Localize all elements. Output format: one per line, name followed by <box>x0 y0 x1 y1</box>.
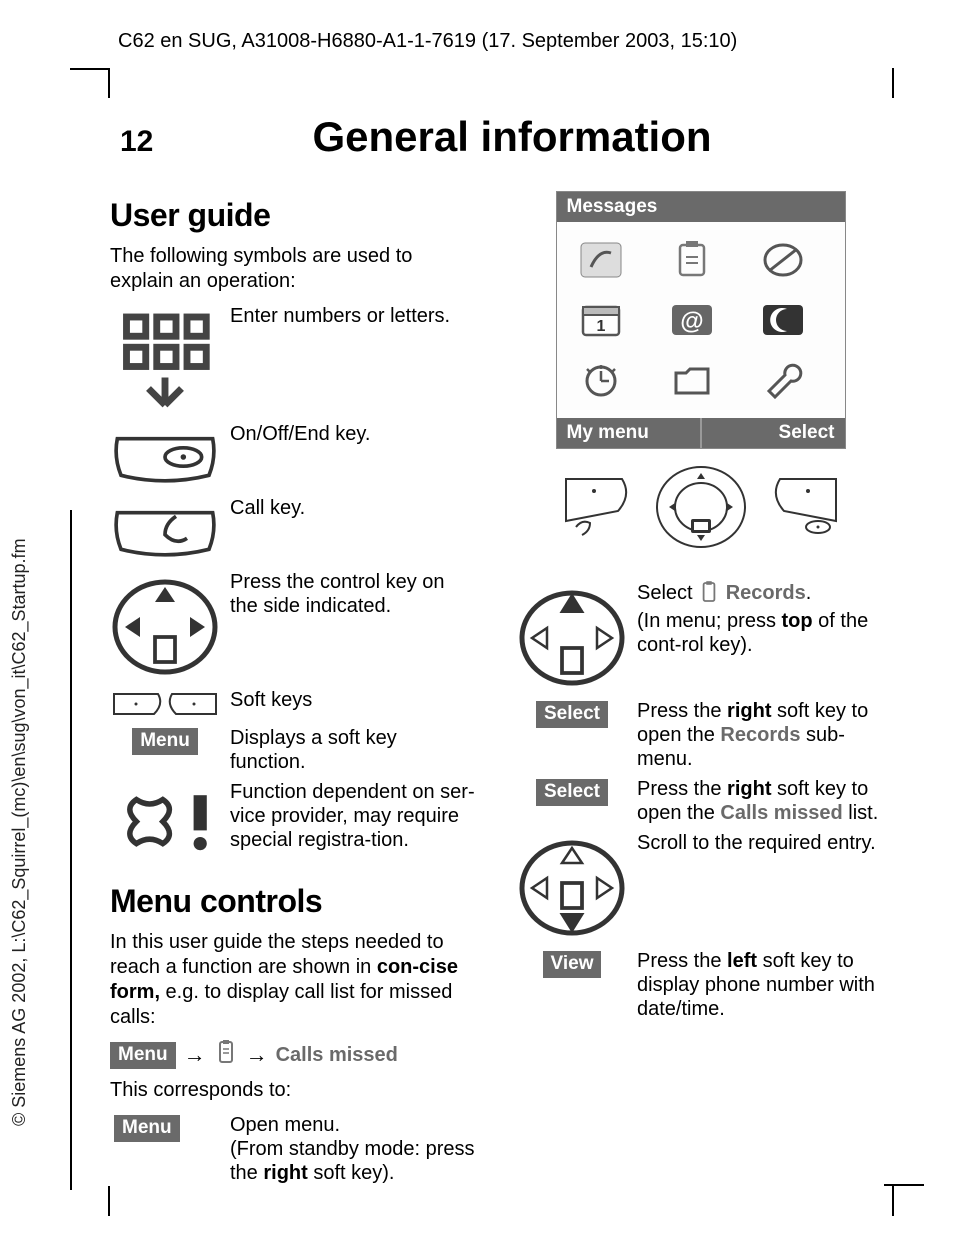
left-key-icon <box>562 475 632 539</box>
page-number: 12 <box>120 125 180 159</box>
crop-mark <box>108 1186 110 1216</box>
def-control: Press the control key on the side indica… <box>230 570 477 618</box>
def-call: Call key. <box>230 496 477 520</box>
crop-mark <box>892 68 894 98</box>
svg-text:@: @ <box>680 308 703 335</box>
copyright-sideline: © Siemens AG 2002, L:\C62_Squirrel_(mc)\… <box>9 538 30 1126</box>
def-softkeys: Soft keys <box>230 688 477 712</box>
crop-mark <box>884 1184 924 1186</box>
calendar-1-icon: 1 <box>573 296 629 344</box>
def-menu: Displays a soft key function. <box>230 726 477 774</box>
step-scroll: Scroll to the required entry. <box>637 831 884 855</box>
screen-title: Messages <box>557 192 845 222</box>
center-key-icon <box>655 463 747 551</box>
wrench-icon <box>755 356 811 404</box>
view-tag: View <box>543 951 602 978</box>
crop-mark <box>892 1186 894 1216</box>
menu-softkey-label: Menu <box>132 728 198 755</box>
step-open-records: Press the right soft key to open the Rec… <box>637 699 884 771</box>
folder-icon <box>664 356 720 404</box>
moon-icon <box>755 296 811 344</box>
select-tag-1: Select <box>536 701 608 728</box>
svg-text:1: 1 <box>596 318 605 335</box>
def-numbers: Enter numbers or letters. <box>230 304 477 328</box>
side-rule <box>70 510 72 1190</box>
step-open-calls-missed: Press the right soft key to open the Cal… <box>637 777 884 825</box>
softbar-right: Select <box>700 418 845 448</box>
open-menu-desc: Open menu. (From standby mode: press the… <box>230 1113 477 1185</box>
records-icon <box>216 1040 236 1070</box>
keypad-icon <box>110 304 220 416</box>
at-icon: @ <box>664 296 720 344</box>
crop-mark <box>108 68 110 98</box>
def-provider: Function dependent on ser-vice provider,… <box>230 780 477 852</box>
provider-icon <box>110 780 220 861</box>
step-view: Press the left soft key to display phone… <box>637 949 884 1021</box>
control-down-icon <box>517 831 627 943</box>
control-top-icon <box>517 581 627 693</box>
page-title: General information <box>180 113 924 161</box>
select-tag-2: Select <box>536 779 608 806</box>
heading-user-guide: User guide <box>110 197 477 234</box>
path-calls-missed: Calls missed <box>276 1044 398 1067</box>
softbar-left: My menu <box>557 418 700 448</box>
intro-text: The following symbols are used to explai… <box>110 244 477 294</box>
control-key-icon <box>110 570 220 682</box>
document-header: C62 en SUG, A31008-H6880-A1-1-7619 (17. … <box>110 30 924 53</box>
step-select-records: Select Records. (In menu; press top of t… <box>637 581 884 657</box>
heading-menu-controls: Menu controls <box>110 883 477 920</box>
alarm-icon <box>573 356 629 404</box>
crop-mark <box>70 68 110 70</box>
menu-path: Menu → → Calls missed <box>110 1040 477 1070</box>
intro-concise: In this user guide the steps needed to r… <box>110 930 477 1030</box>
def-onoff: On/Off/End key. <box>230 422 477 446</box>
records-grid-icon <box>664 236 720 284</box>
no-entry-icon <box>755 236 811 284</box>
end-key-icon <box>110 422 220 490</box>
softkey-icons <box>110 688 220 720</box>
records-icon-inline <box>700 581 718 609</box>
menu-tag-open: Menu <box>114 1115 180 1142</box>
write-icon <box>573 236 629 284</box>
path-menu-tag: Menu <box>110 1042 176 1069</box>
call-key-icon <box>110 496 220 564</box>
phone-graphic: Messages 1 @ My menu Select <box>556 191 846 551</box>
corresponds-text: This corresponds to: <box>110 1078 477 1103</box>
right-key-icon <box>770 475 840 539</box>
